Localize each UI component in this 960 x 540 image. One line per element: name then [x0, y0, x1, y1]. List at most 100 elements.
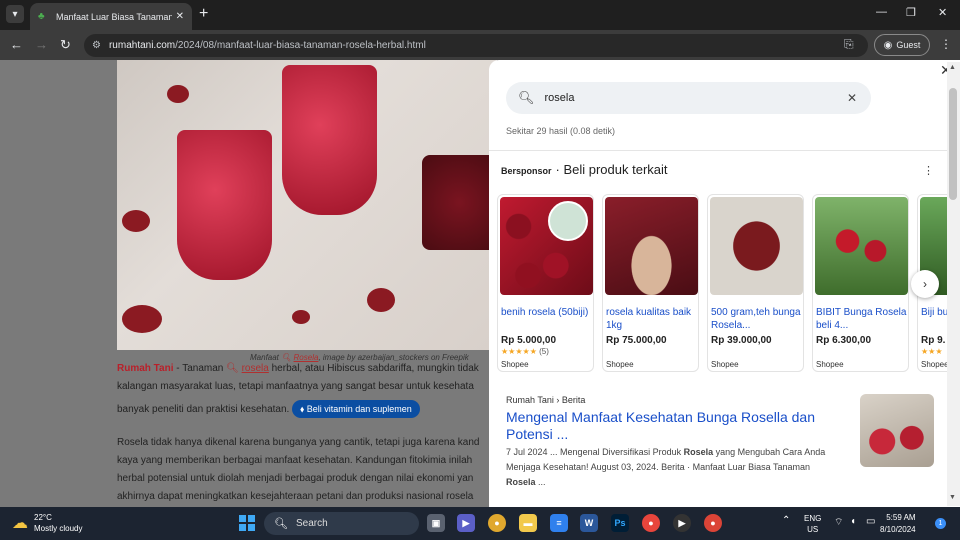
forward-icon[interactable]: →: [35, 37, 48, 52]
volume-icon[interactable]: ◖: [850, 516, 856, 527]
taskbar-search[interactable]: 🔍︎ Search: [264, 512, 419, 535]
close-window-icon[interactable]: ✕: [938, 6, 947, 19]
teams-icon[interactable]: ▶: [457, 514, 475, 532]
paragraph-line: banyak peneliti dan praktisi kesehatan. …: [117, 400, 497, 419]
search-input[interactable]: 🔍︎ rosela ✕: [506, 82, 871, 114]
keyword-link[interactable]: rosela: [242, 363, 269, 374]
glass-shape: [177, 130, 272, 280]
clock-time: 5:59 AM: [886, 513, 916, 522]
brand-name: Rumah Tani: [117, 363, 174, 374]
battery-icon[interactable]: ▭: [866, 516, 875, 527]
chrome-profile-icon[interactable]: ●: [642, 514, 660, 532]
search-query[interactable]: rosela: [545, 92, 847, 104]
product-store: Shopee: [606, 360, 634, 369]
lang-secondary: US: [807, 525, 819, 534]
notepad-icon[interactable]: ≡: [550, 514, 568, 532]
scroll-up-icon[interactable]: ▲: [949, 64, 956, 71]
result-thumbnail[interactable]: [860, 394, 934, 467]
clear-search-icon[interactable]: ✕: [847, 91, 857, 105]
translate-icon[interactable]: ⎘: [844, 37, 854, 52]
product-image: [815, 197, 908, 295]
product-rating: ★★★★★ (5): [501, 347, 549, 356]
url-path: /2024/08/manfaat-luar-biasa-tanaman-rose…: [175, 40, 426, 51]
address-bar[interactable]: ⚙ rumahtani.com/2024/08/manfaat-luar-bia…: [84, 34, 868, 57]
url-host: rumahtani.com: [108, 40, 176, 51]
notification-badge[interactable]: 1: [935, 518, 946, 529]
chrome-icon[interactable]: ●: [488, 514, 506, 532]
lang-primary: ENG: [804, 514, 822, 523]
result-breadcrumb: Rumah Tani › Berita: [506, 395, 586, 405]
product-name[interactable]: 500 gram,teh bunga Rosela...: [711, 306, 803, 332]
tray-overflow-icon[interactable]: ⌃: [782, 515, 790, 526]
taskbar-search-label: Search: [295, 518, 328, 529]
product-rating: ★★★: [921, 347, 943, 356]
article-paragraph-1: Rumah Tani - Tanaman 🔍︎ rosela herbal, a…: [117, 360, 497, 419]
new-tab-icon[interactable]: +: [199, 5, 208, 23]
windows-start-icon[interactable]: [239, 515, 255, 531]
browser-menu-icon[interactable]: ⋮: [940, 37, 952, 51]
product-store: Shopee: [711, 360, 739, 369]
panel-scrollbar[interactable]: ▲ ▼: [947, 62, 960, 506]
product-store: Shopee: [921, 360, 949, 369]
tab-search-dropdown-icon[interactable]: ▾: [6, 5, 24, 23]
reload-icon[interactable]: ↻: [60, 37, 71, 53]
flower-shape: [167, 85, 189, 103]
product-price: Rp 9.: [921, 335, 946, 346]
text-span: herbal, atau Hibiscus sabdariffa, mungki…: [268, 363, 479, 374]
text-span: banyak peneliti dan praktisi kesehatan.: [117, 404, 290, 415]
product-name[interactable]: BIBIT Bunga Rosela beli 4...: [816, 306, 908, 332]
wifi-icon[interactable]: ⌔: [834, 516, 843, 529]
system-clock[interactable]: 5:59 AM 8/10/2024: [880, 512, 916, 536]
product-card[interactable]: BIBIT Bunga Rosela beli 4... Rp 6.300,00…: [812, 194, 909, 372]
buy-vitamins-label: Beli vitamin dan suplemen: [306, 404, 412, 414]
product-image: [605, 197, 698, 295]
product-card[interactable]: 500 gram,teh bunga Rosela... Rp 39.000,0…: [707, 194, 804, 372]
temperature: 22°C: [34, 513, 52, 522]
snippet-date: 7 Jul 2024: [506, 447, 548, 457]
language-indicator[interactable]: ENG US: [804, 513, 821, 535]
text-span: - Tanaman: [173, 363, 227, 374]
article-hero-image: [117, 60, 497, 350]
photoshop-icon[interactable]: Ps: [611, 514, 629, 532]
product-name[interactable]: rosela kualitas baik 1kg: [606, 306, 698, 332]
paragraph-line: kaya yang memberikan berbagai manfaat ke…: [117, 455, 473, 466]
scroll-down-icon[interactable]: ▼: [949, 494, 956, 501]
file-explorer-icon[interactable]: ▬: [519, 514, 537, 532]
profile-button[interactable]: ◉ Guest: [874, 34, 930, 56]
snippet-text: ...: [535, 477, 546, 487]
browser-tab[interactable]: ♣ Manfaat Luar Biasa Tanaman Ro ✕: [30, 3, 192, 30]
glass-shape: [282, 65, 377, 215]
product-name[interactable]: benih rosela (50biji): [501, 306, 593, 332]
product-card[interactable]: benih rosela (50biji) Rp 5.000,00 ★★★★★ …: [497, 194, 594, 372]
flower-shape: [292, 310, 310, 324]
article-paragraph-2: Rosela tidak hanya dikenal karena bungan…: [117, 434, 497, 506]
product-price: Rp 75.000,00: [606, 335, 667, 346]
more-options-icon[interactable]: ⋮: [923, 164, 934, 177]
weather-condition: Mostly cloudy: [34, 524, 83, 533]
site-info-icon[interactable]: ⚙: [92, 40, 101, 51]
flower-shape: [367, 288, 395, 312]
word-icon[interactable]: W: [580, 514, 598, 532]
product-image: [500, 197, 593, 295]
tab-close-icon[interactable]: ✕: [176, 11, 184, 22]
chrome-active-icon[interactable]: ●: [704, 514, 722, 532]
favicon-icon: ♣: [38, 10, 45, 22]
product-store: Shopee: [501, 360, 529, 369]
minimize-icon[interactable]: —: [876, 6, 887, 18]
scroll-thumb[interactable]: [949, 88, 957, 200]
product-card[interactable]: rosela kualitas baik 1kg Rp 75.000,00 Sh…: [602, 194, 699, 372]
product-carousel: benih rosela (50biji) Rp 5.000,00 ★★★★★ …: [497, 194, 957, 374]
task-view-icon[interactable]: ▣: [427, 514, 445, 532]
paragraph-line: akhirnya dapat meningkatkan kesejahteraa…: [117, 491, 474, 502]
rating-stars: ★★★: [921, 347, 943, 356]
media-player-icon[interactable]: ▶: [673, 514, 691, 532]
paragraph-line: herbal potensial untuk diolah menjadi be…: [117, 473, 474, 484]
restore-icon[interactable]: ❐: [906, 6, 916, 19]
back-icon[interactable]: ←: [10, 37, 23, 52]
sponsored-title: · Beli produk terkait: [555, 162, 668, 177]
divider: [489, 150, 949, 151]
buy-vitamins-button[interactable]: ⬧ Beli vitamin dan suplemen: [292, 400, 420, 418]
carousel-next-button[interactable]: ›: [911, 270, 939, 298]
weather-widget[interactable]: ☁ 22°C Mostly cloudy: [12, 512, 82, 534]
result-title-link[interactable]: Mengenal Manfaat Kesehatan Bunga Rosella…: [506, 409, 846, 443]
